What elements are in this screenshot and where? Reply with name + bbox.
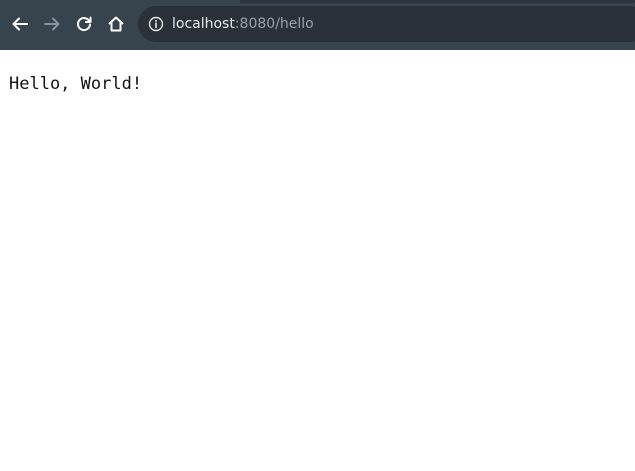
- url-text[interactable]: localhost:8080/hello: [172, 15, 314, 33]
- back-button[interactable]: [8, 9, 32, 39]
- page-content: Hello, World!: [0, 50, 635, 471]
- arrow-left-icon: [12, 17, 28, 31]
- info-icon[interactable]: [148, 16, 164, 32]
- url-host: localhost: [172, 16, 235, 32]
- home-button[interactable]: [104, 9, 128, 39]
- browser-toolbar: localhost:8080/hello: [0, 0, 635, 50]
- page-body-text: Hello, World!: [9, 74, 143, 94]
- address-bar[interactable]: localhost:8080/hello: [138, 6, 635, 42]
- home-icon: [108, 16, 124, 32]
- reload-icon: [77, 16, 92, 31]
- tab-strip: [0, 0, 635, 3]
- forward-button[interactable]: [40, 9, 64, 39]
- arrow-right-icon: [44, 17, 60, 31]
- active-tab[interactable]: [0, 0, 240, 3]
- reload-button[interactable]: [72, 9, 96, 39]
- url-path: :8080/hello: [234, 16, 314, 32]
